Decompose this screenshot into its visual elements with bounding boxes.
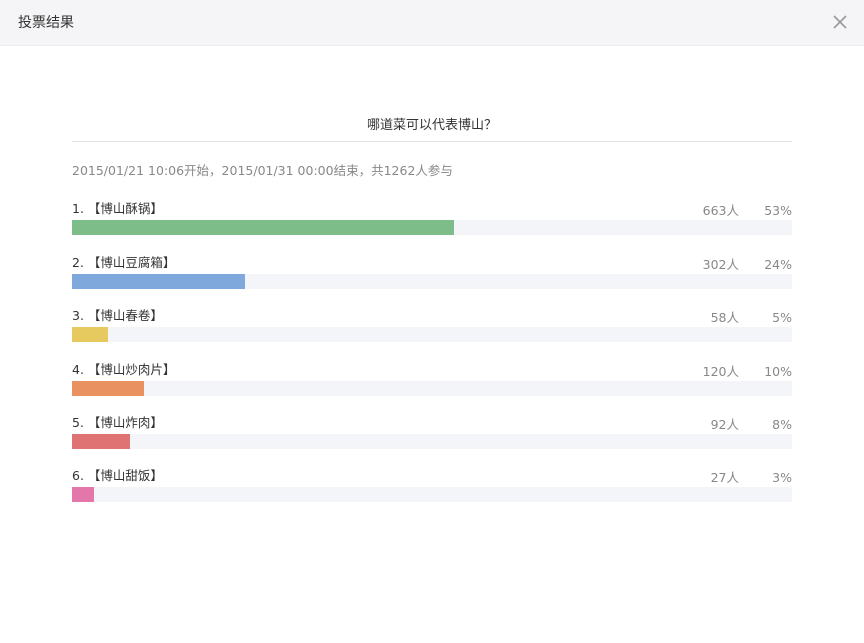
dialog-title: 投票结果 [18,15,74,31]
poll-option: 1. 【博山酥锅】 663人 53% [72,200,792,240]
option-percent: 10% [764,364,792,379]
option-percent: 3% [772,470,792,485]
option-percent: 24% [764,257,792,272]
option-count: 302人 [702,257,739,272]
poll-question: 哪道菜可以代表博山？ [366,118,497,133]
option-label: 1. 【博山酥锅】 [72,201,163,216]
option-count: 663人 [702,203,739,218]
option-bar-fill [72,381,144,396]
option-bar-track [72,381,792,396]
poll-meta: 2015/01/21 10:06开始，2015/01/31 00:00结束，共1… [72,163,453,178]
option-bar-fill [72,487,94,502]
option-count: 92人 [710,417,739,432]
option-bar-fill [72,274,245,289]
dialog-header: 投票结果 [0,0,864,46]
option-label: 4. 【博山炒肉片】 [72,362,176,377]
poll-option: 4. 【博山炒肉片】 120人 10% [72,361,792,401]
option-label: 6. 【博山甜饭】 [72,468,163,483]
close-button[interactable] [832,14,848,30]
option-count: 58人 [710,310,739,325]
poll-option: 2. 【博山豆腐箱】 302人 24% [72,254,792,294]
poll-option: 5. 【博山炸肉】 92人 8% [72,414,792,454]
poll-option: 6. 【博山甜饭】 27人 3% [72,467,792,507]
poll-option: 3. 【博山春卷】 58人 5% [72,307,792,347]
option-bar-track [72,274,792,289]
vote-result-dialog: 投票结果 哪道菜可以代表博山？ 2015/01/21 10:06开始，2015/… [0,0,864,643]
option-bar-track [72,327,792,342]
option-bar-track [72,220,792,235]
option-label: 3. 【博山春卷】 [72,308,163,323]
option-label: 2. 【博山豆腐箱】 [72,255,176,270]
option-percent: 53% [764,203,792,218]
option-count: 120人 [702,364,739,379]
option-percent: 5% [772,310,792,325]
option-label: 5. 【博山炸肉】 [72,415,163,430]
option-bar-track [72,487,792,502]
option-bar-fill [72,327,108,342]
option-bar-track [72,434,792,449]
divider [72,141,792,142]
option-count: 27人 [710,470,739,485]
option-percent: 8% [772,417,792,432]
option-bar-fill [72,220,454,235]
option-bar-fill [72,434,130,449]
close-icon [833,15,847,29]
